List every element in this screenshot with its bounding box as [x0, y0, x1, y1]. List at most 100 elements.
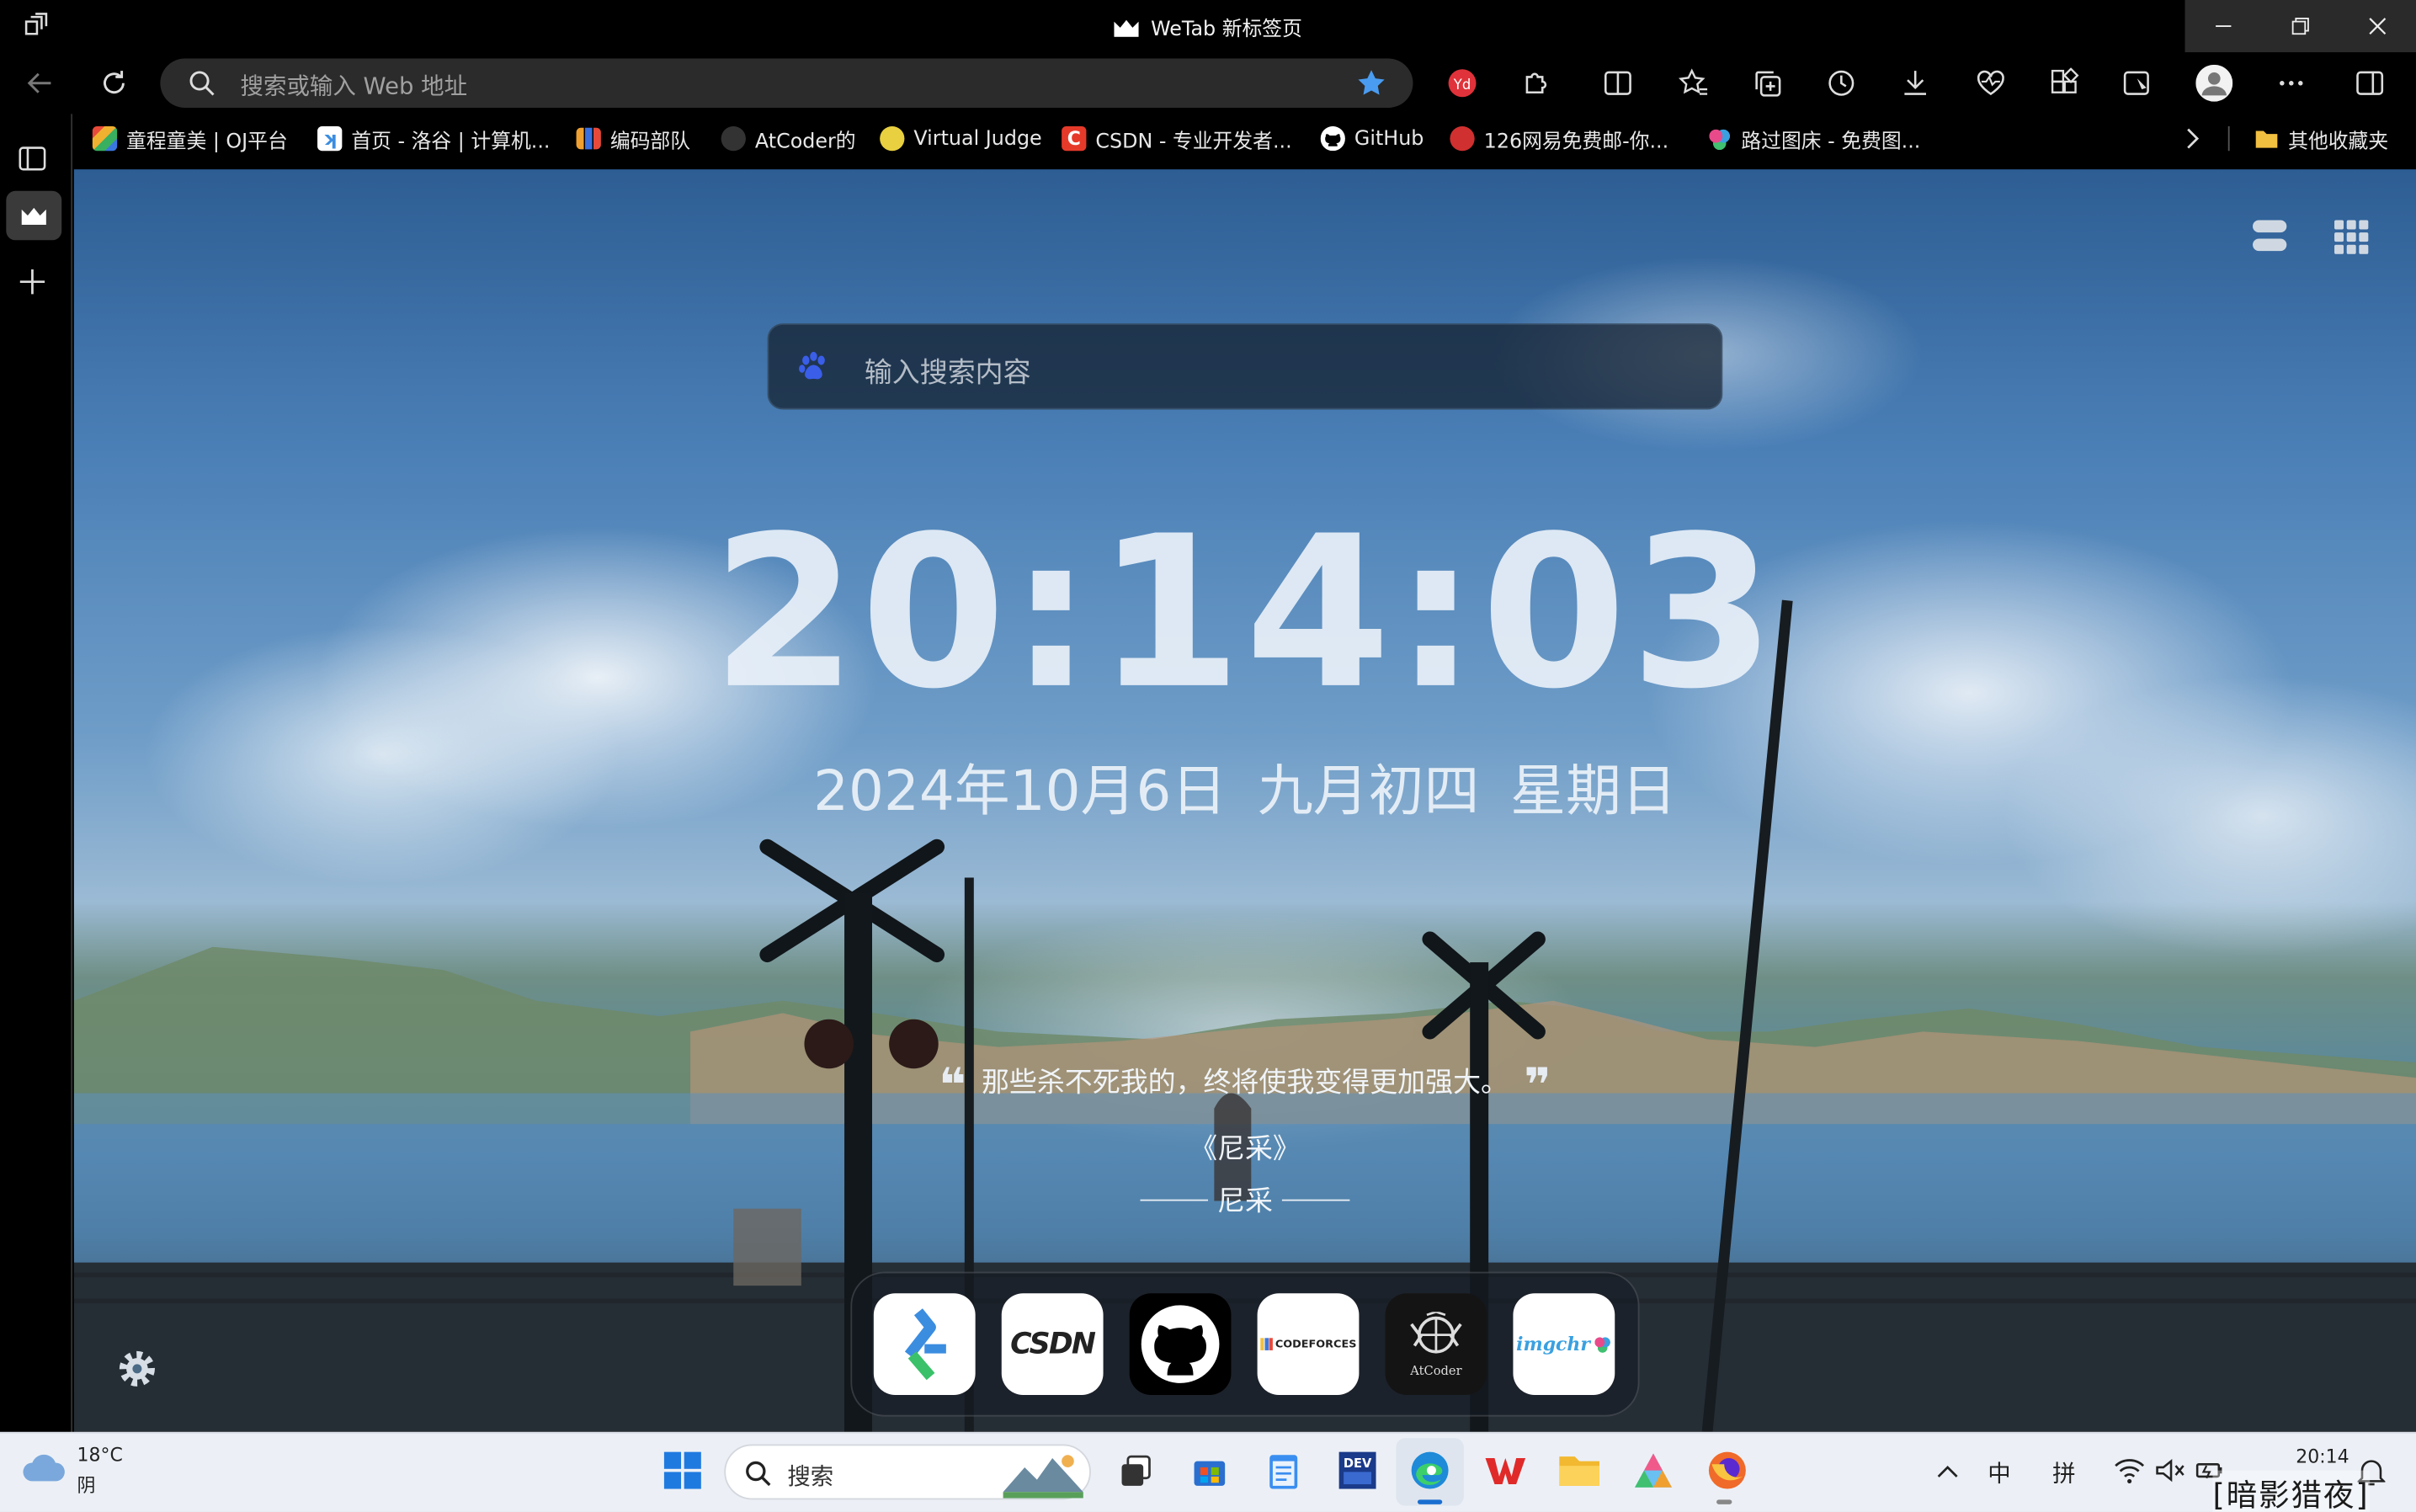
new-tab-button[interactable] [15, 265, 49, 299]
bookmark-item[interactable]: C CSDN - 专业开发者... [1062, 123, 1292, 154]
puzzle-icon [1525, 72, 1547, 94]
newtab-wallpaper: 输入搜索内容 20:14:03 2024年10月6日 九月初四 星期日 ❝ 那些杀不死… [73, 169, 2416, 1432]
profile-button[interactable] [2195, 64, 2233, 102]
windows-logo-icon [663, 1451, 701, 1489]
collections-button[interactable] [1749, 65, 1786, 102]
rainbow-grid-icon [92, 125, 118, 152]
search-icon [746, 1461, 771, 1487]
date-gregorian: 2024年10月6日 [813, 760, 1227, 824]
clock-time: 20:14:03 [711, 492, 1779, 737]
bookmark-label: 路过图床 - 免费图... [1741, 130, 1921, 153]
chevron-up-icon [1937, 1466, 1958, 1477]
taskbar-app-wps[interactable] [1482, 1447, 1529, 1493]
sidebar-toggle-button[interactable] [2351, 65, 2388, 102]
bookmark-label: 童程童美 | OJ平台 [126, 130, 288, 153]
dock-app-codeforces[interactable]: CODEFORCES [1257, 1293, 1360, 1395]
tab-wetab[interactable] [6, 190, 62, 241]
bookmark-label: GitHub [1354, 126, 1424, 151]
restore-button[interactable] [2262, 0, 2339, 52]
taskbar-app-firefox[interactable] [1704, 1447, 1750, 1493]
minimize-button[interactable] [2185, 0, 2263, 52]
bookmark-item[interactable]: 路过图床 - 免费图... [1707, 123, 1920, 154]
start-button[interactable] [659, 1447, 705, 1493]
history-button[interactable] [1823, 65, 1860, 102]
more-menu-button[interactable] [2273, 65, 2310, 102]
bookmark-item[interactable]: 126网易免费邮-你... [1450, 123, 1668, 154]
wetab-crown-icon [21, 206, 46, 225]
task-view-button[interactable] [1113, 1447, 1159, 1493]
taskbar-app-devcpp[interactable]: DEV [1334, 1447, 1381, 1493]
address-placeholder: 搜索或输入 Web 地址 [240, 72, 468, 100]
bookmark-item[interactable]: AtCoder的 [721, 123, 856, 154]
imgchr-icon [1707, 125, 1732, 152]
apps-button[interactable] [2046, 65, 2083, 102]
taskbar-app-explorer[interactable] [1557, 1447, 1603, 1493]
csdn-logo-text: CSDN [1010, 1327, 1096, 1361]
taskbar-app-store[interactable] [1186, 1447, 1232, 1493]
edge-icon [1411, 1451, 1449, 1489]
bookmark-item[interactable]: ʞ 首页 - 洛谷 | 计算机... [317, 123, 550, 154]
tab-actions-button[interactable] [13, 141, 53, 175]
close-button[interactable] [2339, 0, 2416, 52]
taskbar-search[interactable]: 搜索 [724, 1444, 1091, 1500]
date-lunar: 九月初四 [1257, 760, 1480, 824]
dock-app-csdn[interactable]: CSDN [1001, 1293, 1104, 1395]
chevron-right-icon [2187, 128, 2200, 149]
dock-app-imgchr[interactable]: imgchr [1513, 1293, 1615, 1395]
divider [1281, 1199, 1350, 1201]
search-highlight-mountain-icon [1003, 1455, 1083, 1499]
favorites-button[interactable] [1675, 65, 1712, 102]
imgchr-flower-icon [1593, 1334, 1612, 1354]
quote-author: 尼采 [1217, 1185, 1273, 1218]
dock-app-atcoder[interactable]: AtCoder [1385, 1293, 1487, 1395]
youdao-icon: Yd [1448, 69, 1477, 98]
downloads-button[interactable] [1897, 65, 1934, 102]
triangle-app-icon [1635, 1453, 1672, 1488]
taskbar-app-triangle[interactable] [1631, 1447, 1677, 1493]
other-favorites-folder[interactable]: 其他收藏夹 [2254, 123, 2388, 154]
newtab-search-box[interactable]: 输入搜索内容 [767, 323, 1723, 410]
dock-app-github[interactable] [1129, 1293, 1232, 1395]
cloud-weather-icon[interactable] [22, 1451, 68, 1484]
avatar-icon [2195, 64, 2233, 102]
dock-app-luogu[interactable] [873, 1293, 976, 1395]
extensions-button[interactable] [1518, 65, 1555, 102]
extension-yd-button[interactable]: Yd [1444, 65, 1481, 102]
microsoft-store-icon [1194, 1461, 1226, 1486]
address-bar[interactable]: 搜索或输入 Web 地址 [160, 58, 1413, 109]
settings-gear-icon[interactable] [117, 1349, 157, 1389]
back-arrow-icon [27, 72, 51, 93]
feedback-button[interactable] [2119, 65, 2156, 102]
taskbar-app-edge[interactable] [1407, 1447, 1453, 1493]
bookmark-item[interactable]: Virtual Judge [880, 123, 1042, 154]
bookmark-item[interactable]: 童程童美 | OJ平台 [92, 123, 288, 154]
refresh-button[interactable] [95, 65, 132, 102]
bookmarks-overflow-button[interactable] [2179, 123, 2206, 154]
plus-icon [19, 269, 45, 295]
apps-icon [2051, 67, 2079, 93]
ime-language[interactable]: 中 [1988, 1456, 2010, 1488]
atcoder-icon [721, 125, 746, 152]
tray-overflow-button[interactable] [1932, 1456, 1963, 1488]
bar-chart-icon [576, 127, 601, 150]
luogu-icon: ʞ [317, 125, 343, 152]
wps-icon [1485, 1457, 1526, 1485]
taskbar-app-notepad[interactable] [1260, 1447, 1306, 1493]
split-screen-button[interactable] [1599, 65, 1636, 102]
ime-mode[interactable]: 拼 [2052, 1456, 2075, 1488]
atcoder-crest-icon [1410, 1311, 1462, 1353]
favorite-star-icon[interactable] [1356, 67, 1387, 98]
taskbar-clock[interactable]: 20:14 [2296, 1445, 2349, 1467]
browser-essentials-button[interactable] [1972, 65, 2009, 102]
wifi-icon[interactable] [2114, 1456, 2145, 1484]
bookmark-label: AtCoder的 [754, 130, 856, 153]
back-button[interactable] [22, 65, 59, 102]
bookmark-item[interactable]: GitHub [1320, 123, 1424, 154]
luogu-logo-icon [904, 1308, 946, 1381]
app-grid-icon[interactable] [2334, 220, 2369, 254]
close-icon [2369, 18, 2387, 35]
bookmark-item[interactable]: 编码部队 [576, 123, 690, 154]
volume-muted-icon[interactable] [2154, 1456, 2185, 1484]
minimize-icon [2216, 25, 2232, 28]
layout-toggle-icon[interactable] [2253, 220, 2287, 252]
